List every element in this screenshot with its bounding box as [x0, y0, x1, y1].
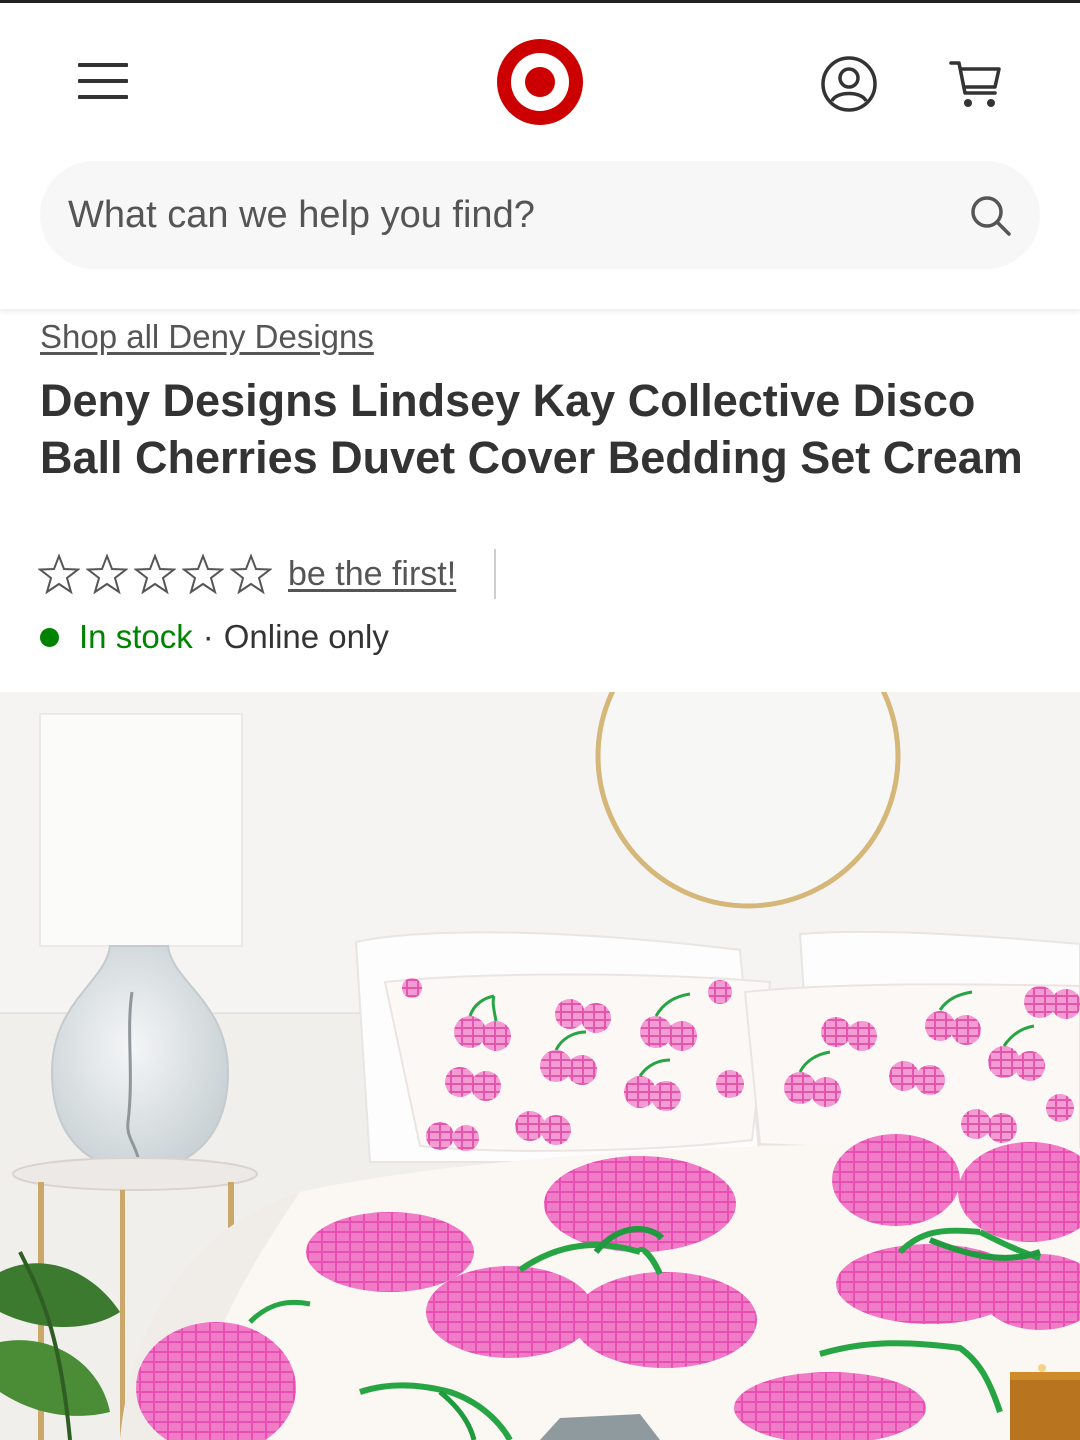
star-outline-icon [182, 553, 224, 595]
star-rating[interactable] [38, 553, 272, 595]
account-icon[interactable] [818, 53, 880, 115]
site-header [0, 3, 1080, 309]
stock-status: In stock [79, 618, 193, 655]
stock-channel: Online only [223, 618, 389, 655]
cart-icon[interactable] [945, 53, 1007, 115]
breadcrumb-brand-link[interactable]: Shop all Deny Designs [40, 318, 374, 356]
availability: In stock · Online only [40, 618, 389, 656]
star-outline-icon [38, 553, 80, 595]
divider [494, 549, 497, 599]
search-icon[interactable] [968, 193, 1014, 239]
write-review-link[interactable]: be the first! [288, 555, 456, 594]
stock-separator: · [202, 618, 214, 655]
rating-row: be the first! [38, 548, 497, 600]
menu-button[interactable] [70, 53, 136, 109]
search-bar [40, 161, 1040, 269]
hamburger-menu-icon-bar [78, 95, 128, 99]
product-title: Deny Designs Lindsey Kay Collective Disc… [40, 375, 1023, 483]
star-outline-icon [230, 553, 272, 595]
hamburger-menu-icon [78, 63, 128, 67]
product-image[interactable] [0, 692, 1080, 1440]
star-outline-icon [134, 553, 176, 595]
hamburger-menu-icon-bar [78, 79, 128, 83]
search-input[interactable] [68, 161, 948, 269]
product-photo [0, 692, 1080, 1440]
target-logo[interactable] [495, 37, 585, 127]
star-outline-icon [86, 553, 128, 595]
in-stock-dot-icon [40, 627, 59, 647]
